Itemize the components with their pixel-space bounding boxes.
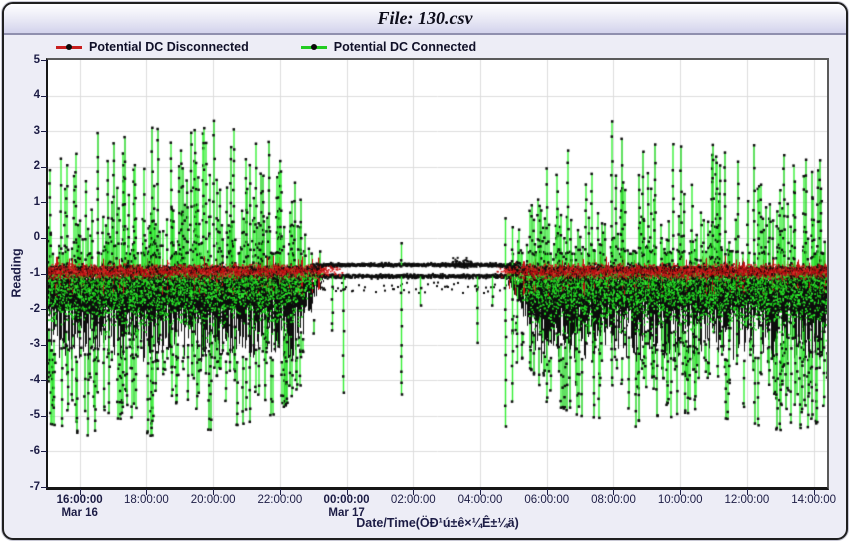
- x-tick-label: 22:00:00: [243, 494, 317, 507]
- legend-item-dc-disconnected: Potential DC Disconnected: [56, 40, 249, 54]
- x-tick-label: 18:00:00: [109, 494, 183, 507]
- x-tick-label: 12:00:00: [710, 494, 784, 507]
- legend-green-line-icon: [301, 46, 327, 49]
- x-tick-time: 06:00:00: [524, 494, 569, 506]
- y-tick-mark: [41, 380, 47, 381]
- x-tick-time: 18:00:00: [124, 494, 169, 506]
- legend-item-dc-connected: Potential DC Connected: [301, 40, 476, 54]
- x-tick-time: 20:00:00: [191, 494, 236, 506]
- window-titlebar[interactable]: File: 130.csv: [4, 4, 846, 35]
- y-tick-mark: [41, 309, 47, 310]
- x-tick-time: 02:00:00: [391, 494, 436, 506]
- x-tick-label: 08:00:00: [576, 494, 650, 507]
- x-axis-title: Date/Time(ÖÐ¹ú±ê×¼Ê±¼ä): [48, 516, 827, 530]
- x-tick-time: 12:00:00: [725, 494, 770, 506]
- y-tick-mark: [41, 238, 47, 239]
- chart-legend: Potential DC Disconnected Potential DC C…: [56, 38, 476, 56]
- x-tick-time: 04:00:00: [458, 494, 503, 506]
- y-tick-mark: [41, 60, 47, 61]
- y-tick-mark: [41, 131, 47, 132]
- x-tick-label: 06:00:00: [510, 494, 584, 507]
- x-tick-time: 10:00:00: [658, 494, 703, 506]
- x-tick-label: 02:00:00: [376, 494, 450, 507]
- y-tick-mark: [41, 274, 47, 275]
- window-title: File: 130.csv: [378, 8, 473, 29]
- y-tick-mark: [41, 202, 47, 203]
- x-tick-time: 14:00:00: [791, 494, 836, 506]
- x-tick-time: 08:00:00: [591, 494, 636, 506]
- x-tick-label: 04:00:00: [443, 494, 517, 507]
- screenshot-stage: File: 130.csv Potential DC Disconnected …: [0, 0, 850, 542]
- x-tick-time: 16:00:00: [57, 494, 103, 506]
- legend-marker-dot-icon: [66, 44, 72, 50]
- x-tick-label: 10:00:00: [643, 494, 717, 507]
- y-tick-mark: [41, 345, 47, 346]
- plot-area[interactable]: [46, 58, 829, 490]
- y-tick-mark: [41, 451, 47, 452]
- x-tick-time: 22:00:00: [257, 494, 302, 506]
- y-tick-mark: [41, 167, 47, 168]
- y-axis-title: Reading: [10, 60, 24, 487]
- legend-marker-dot-icon: [311, 44, 317, 50]
- x-tick-label: 20:00:00: [176, 494, 250, 507]
- y-tick-mark: [41, 96, 47, 97]
- x-tick-time: 00:00:00: [324, 494, 370, 506]
- x-tick-label: 14:00:00: [777, 494, 850, 507]
- legend-label: Potential DC Connected: [334, 40, 476, 54]
- y-tick-mark: [41, 416, 47, 417]
- legend-red-line-icon: [56, 46, 82, 49]
- chart-canvas[interactable]: [48, 60, 827, 487]
- legend-label: Potential DC Disconnected: [89, 40, 249, 54]
- y-tick-mark: [41, 487, 47, 488]
